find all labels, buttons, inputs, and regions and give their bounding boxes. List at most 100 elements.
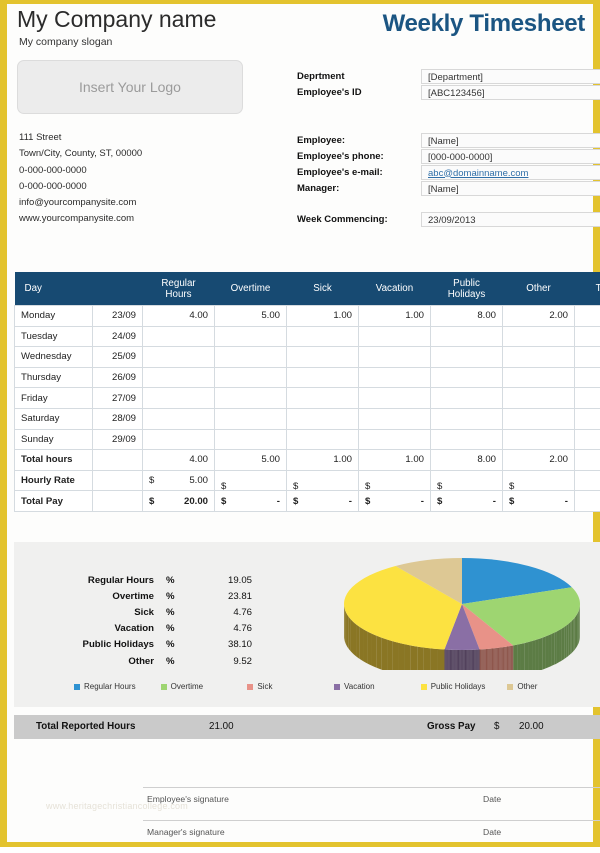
hours-cell[interactable] <box>431 367 503 388</box>
hours-cell[interactable] <box>215 429 287 450</box>
pie-slice-side <box>575 616 576 650</box>
hours-cell[interactable] <box>215 367 287 388</box>
gross-pay-currency: $ <box>494 721 499 732</box>
total-pay-row-cell: $- <box>431 491 503 512</box>
pie-slice-side <box>483 649 484 670</box>
contact-line: 0-000-000-0000 <box>19 179 142 195</box>
hours-cell[interactable] <box>359 326 431 347</box>
field-row: Employee's phone:[000-000-0000] <box>297 148 600 164</box>
pie-slice-side <box>446 650 447 670</box>
hours-cell[interactable] <box>431 388 503 409</box>
percentage-value: 23.81 <box>192 591 252 602</box>
hours-cell[interactable] <box>359 347 431 368</box>
hours-cell[interactable] <box>359 408 431 429</box>
hours-cell[interactable] <box>143 388 215 409</box>
hours-cell[interactable] <box>143 367 215 388</box>
pie-slice-side <box>346 612 347 647</box>
hours-cell[interactable] <box>503 347 575 368</box>
hours-cell[interactable] <box>431 408 503 429</box>
field-input[interactable]: [000-000-0000] <box>421 149 600 164</box>
field-input[interactable]: [ABC123456] <box>421 85 600 100</box>
column-header: Sick <box>287 272 359 306</box>
hours-cell[interactable] <box>503 367 575 388</box>
hours-cell[interactable] <box>503 326 575 347</box>
field-input[interactable]: abc@domainname.com <box>421 165 600 180</box>
hours-cell[interactable] <box>143 347 215 368</box>
currency-symbol: $ <box>221 496 226 507</box>
hours-cell[interactable] <box>503 408 575 429</box>
total-reported-hours-label: Total Reported Hours <box>36 721 135 732</box>
pie-slice-side <box>508 646 509 670</box>
hours-cell[interactable] <box>431 429 503 450</box>
pie-slice-side <box>562 627 564 660</box>
hours-cell[interactable] <box>215 347 287 368</box>
hours-cell[interactable] <box>143 326 215 347</box>
total-pay-row-value: 20.00 <box>184 496 208 507</box>
department-fields: Deprtment[Department]Employee's ID[ABC12… <box>297 68 600 100</box>
hours-cell[interactable] <box>359 429 431 450</box>
hours-cell[interactable] <box>287 347 359 368</box>
field-row: Employee:[Name] <box>297 132 600 148</box>
day-name: Thursday <box>15 367 93 388</box>
total-pay-row-cell: $20.00 <box>143 491 215 512</box>
pie-slice-side <box>490 649 491 670</box>
logo-placeholder[interactable]: Insert Your Logo <box>17 60 243 114</box>
hours-cell[interactable] <box>143 408 215 429</box>
percentage-value: 9.52 <box>192 656 252 667</box>
pie-chart <box>332 554 592 670</box>
hours-cell[interactable] <box>431 326 503 347</box>
hours-cell[interactable]: 4.00 <box>143 306 215 327</box>
pie-slice-side <box>468 650 469 670</box>
hours-cell[interactable] <box>359 367 431 388</box>
hours-cell[interactable]: 8.00 <box>431 306 503 327</box>
pie-slice-side <box>498 648 499 670</box>
hourly-rate-row-cell: $ <box>431 470 503 491</box>
hours-cell[interactable] <box>503 429 575 450</box>
pie-slice-side <box>548 634 551 667</box>
hours-cell[interactable]: 1.00 <box>359 306 431 327</box>
hours-cell[interactable]: 1.00 <box>287 306 359 327</box>
pie-slice-side <box>471 650 472 670</box>
column-header: Regular Hours <box>143 272 215 306</box>
pie-slice-side <box>482 649 483 670</box>
hours-cell[interactable] <box>215 326 287 347</box>
percentage-value: 38.10 <box>192 639 252 650</box>
hours-cell[interactable]: 5.00 <box>215 306 287 327</box>
total-hours-row-label: Total hours <box>15 450 93 471</box>
currency-symbol: $ <box>149 496 154 507</box>
pie-slice-side <box>466 650 467 670</box>
hourly-rate-row-cell: $ <box>503 470 575 491</box>
field-input[interactable]: [Name] <box>421 133 600 148</box>
contact-line: 111 Street <box>19 130 142 146</box>
pie-slice-side <box>472 650 473 670</box>
hours-cell[interactable] <box>143 429 215 450</box>
pie-slice-side <box>517 644 521 670</box>
hours-cell[interactable] <box>215 408 287 429</box>
hours-cell[interactable]: 2.00 <box>503 306 575 327</box>
hours-cell[interactable] <box>287 367 359 388</box>
hours-cell[interactable] <box>503 388 575 409</box>
day-name: Friday <box>15 388 93 409</box>
pie-slice-side <box>488 649 489 670</box>
employee-fields: Employee:[Name]Employee's phone:[000-000… <box>297 132 600 196</box>
field-input[interactable]: [Name] <box>421 181 600 196</box>
column-header: Other <box>503 272 575 306</box>
field-input[interactable]: [Department] <box>421 69 600 84</box>
hours-cell[interactable] <box>431 347 503 368</box>
pie-slice-side <box>478 650 479 670</box>
field-input[interactable]: 23/09/2013 <box>421 212 600 227</box>
footer-gray-block <box>575 470 600 491</box>
hours-cell[interactable] <box>287 326 359 347</box>
pie-slice-side <box>502 647 503 670</box>
hours-cell[interactable] <box>359 388 431 409</box>
hours-cell[interactable] <box>287 429 359 450</box>
pie-slice-side <box>512 646 513 670</box>
pie-slice-side <box>451 650 452 670</box>
pie-slice-side <box>445 650 446 670</box>
hours-cell[interactable] <box>215 388 287 409</box>
percentage-row: Overtime%23.81 <box>34 588 252 604</box>
hours-cell[interactable] <box>287 388 359 409</box>
total-pay-row-value: - <box>277 496 280 507</box>
hours-cell[interactable] <box>287 408 359 429</box>
contact-line: info@yourcompanysite.com <box>19 195 142 211</box>
